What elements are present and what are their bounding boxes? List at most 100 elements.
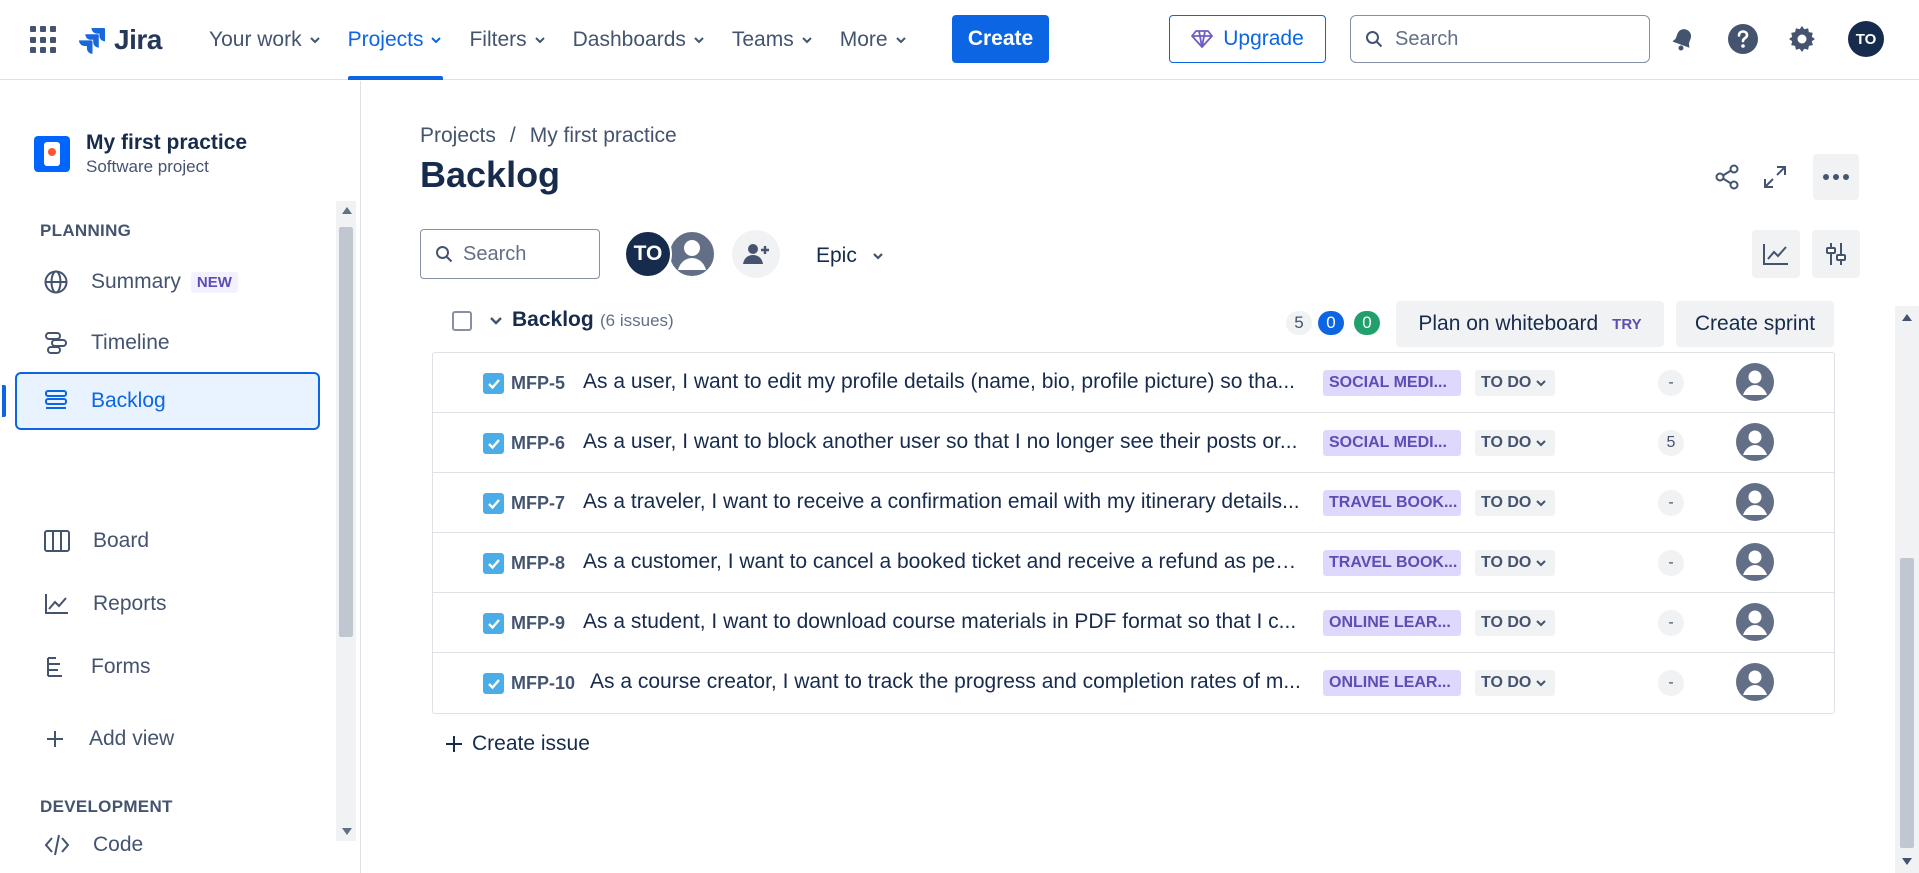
main-scroll-thumb[interactable] (1900, 558, 1914, 848)
issue-key[interactable]: MFP-7 (511, 493, 565, 514)
epic-lozenge[interactable]: SOCIAL MEDI... (1323, 430, 1461, 456)
epic-lozenge[interactable]: ONLINE LEAR... (1323, 670, 1461, 696)
story-points[interactable]: - (1658, 550, 1684, 576)
gear-icon (1789, 26, 1815, 52)
help-button[interactable] (1724, 20, 1762, 58)
issue-count: (6 issues) (600, 311, 674, 330)
settings-button[interactable] (1783, 20, 1821, 58)
breadcrumb-projects[interactable]: Projects (420, 124, 496, 148)
nav-teams[interactable]: Teams (719, 0, 827, 80)
table-row[interactable]: MFP-9 As a student, I want to download c… (433, 593, 1834, 653)
issue-key[interactable]: MFP-5 (511, 373, 565, 394)
select-all-checkbox[interactable] (452, 311, 472, 331)
story-points[interactable]: - (1658, 670, 1684, 696)
nav-filters[interactable]: Filters (456, 0, 559, 80)
sidebar-item-forms[interactable]: Forms (15, 638, 320, 696)
more-actions-button[interactable] (1813, 154, 1859, 200)
create-button[interactable]: Create (952, 15, 1049, 63)
unassigned-avatar-icon[interactable] (1735, 422, 1775, 462)
status-dropdown[interactable]: TO DO (1475, 670, 1555, 696)
issue-summary[interactable]: As a customer, I want to cancel a booked… (583, 550, 1301, 574)
story-points[interactable]: - (1658, 370, 1684, 396)
create-issue-button[interactable]: Create issue (444, 732, 590, 756)
assignee-avatar-to[interactable]: TO (624, 230, 672, 278)
notifications-button[interactable] (1664, 20, 1702, 58)
forms-icon (47, 657, 62, 677)
sidebar-item-timeline[interactable]: Timeline (15, 314, 320, 372)
unassigned-avatar-icon[interactable] (1735, 482, 1775, 522)
nav-your-work[interactable]: Your work (196, 0, 335, 80)
jira-logo[interactable]: Jira (76, 20, 162, 60)
issue-key[interactable]: MFP-10 (511, 673, 575, 694)
backlog-search[interactable] (420, 229, 600, 279)
create-sprint-button[interactable]: Create sprint (1676, 301, 1834, 347)
epic-lozenge[interactable]: ONLINE LEAR... (1323, 610, 1461, 636)
table-row[interactable]: MFP-10 As a course creator, I want to tr… (433, 653, 1834, 713)
scroll-up-arrow[interactable] (342, 207, 352, 214)
sidebar-item-reports[interactable]: Reports (15, 575, 320, 633)
issue-summary[interactable]: As a student, I want to download course … (583, 610, 1301, 634)
sidebar-item-summary[interactable]: Summary NEW (15, 253, 320, 311)
nav-more[interactable]: More (827, 0, 921, 80)
insights-button[interactable] (1752, 230, 1800, 278)
upgrade-button[interactable]: Upgrade (1169, 15, 1326, 63)
plan-on-whiteboard-button[interactable]: Plan on whiteboard TRY (1396, 301, 1664, 347)
story-points[interactable]: 5 (1658, 430, 1684, 456)
main-scrollbar[interactable] (1895, 306, 1919, 873)
issue-key[interactable]: MFP-9 (511, 613, 565, 634)
nav-dashboards[interactable]: Dashboards (560, 0, 719, 80)
share-button[interactable] (1704, 154, 1750, 200)
issue-key[interactable]: MFP-6 (511, 433, 565, 454)
project-header[interactable]: My first practice Software project (34, 131, 247, 177)
sidebar-item-board[interactable]: Board (15, 512, 320, 570)
status-dropdown[interactable]: TO DO (1475, 550, 1555, 576)
view-settings-button[interactable] (1812, 230, 1860, 278)
plan-on-whiteboard-label: Plan on whiteboard (1418, 312, 1599, 335)
status-dropdown[interactable]: TO DO (1475, 490, 1555, 516)
backlog-search-input[interactable] (463, 242, 593, 266)
unassigned-avatar-icon[interactable] (1735, 662, 1775, 702)
app-switcher-icon[interactable] (30, 26, 58, 54)
issue-summary[interactable]: As a traveler, I want to receive a confi… (583, 490, 1301, 514)
assignee-avatar-unassigned[interactable] (668, 230, 716, 278)
scroll-up-arrow[interactable] (1902, 314, 1912, 321)
unassigned-avatar-icon[interactable] (1735, 362, 1775, 402)
issue-summary[interactable]: As a user, I want to edit my profile det… (583, 370, 1301, 394)
status-dropdown[interactable]: TO DO (1475, 610, 1555, 636)
unassigned-avatar-icon[interactable] (1735, 542, 1775, 582)
global-search[interactable] (1350, 15, 1650, 63)
global-search-input[interactable] (1395, 27, 1615, 51)
epic-lozenge[interactable]: TRAVEL BOOK... (1323, 550, 1461, 576)
sidebar-item-code[interactable]: Code (15, 821, 320, 869)
scroll-down-arrow[interactable] (342, 828, 352, 835)
epic-lozenge[interactable]: TRAVEL BOOK... (1323, 490, 1461, 516)
sidebar-scrollbar[interactable] (336, 201, 356, 841)
add-people-button[interactable] (732, 230, 780, 278)
table-row[interactable]: MFP-6 As a user, I want to block another… (433, 413, 1834, 473)
breadcrumb: Projects / My first practice (420, 124, 677, 148)
sidebar-item-add-view[interactable]: Add view (15, 710, 320, 768)
chevron-down-icon[interactable] (486, 311, 506, 331)
sidebar-item-backlog[interactable]: Backlog (2, 372, 320, 430)
story-points[interactable]: - (1658, 490, 1684, 516)
status-dropdown[interactable]: TO DO (1475, 430, 1555, 456)
issue-key[interactable]: MFP-8 (511, 553, 565, 574)
scroll-down-arrow[interactable] (1902, 858, 1912, 865)
timeline-icon (45, 332, 67, 354)
table-row[interactable]: MFP-7 As a traveler, I want to receive a… (433, 473, 1834, 533)
breadcrumb-project[interactable]: My first practice (530, 124, 677, 148)
epic-filter-dropdown[interactable]: Epic (806, 236, 895, 276)
table-row[interactable]: MFP-8 As a customer, I want to cancel a … (433, 533, 1834, 593)
unassigned-avatar-icon[interactable] (1735, 602, 1775, 642)
profile-avatar[interactable]: TO (1848, 21, 1884, 57)
issue-summary[interactable]: As a course creator, I want to track the… (590, 670, 1301, 694)
fullscreen-button[interactable] (1752, 154, 1798, 200)
user-icon (678, 240, 706, 270)
table-row[interactable]: MFP-5 As a user, I want to edit my profi… (433, 353, 1834, 413)
sidebar-scroll-thumb[interactable] (339, 227, 353, 637)
issue-summary[interactable]: As a user, I want to block another user … (583, 430, 1301, 454)
nav-projects[interactable]: Projects (335, 0, 457, 80)
status-dropdown[interactable]: TO DO (1475, 370, 1555, 396)
story-points[interactable]: - (1658, 610, 1684, 636)
epic-lozenge[interactable]: SOCIAL MEDI... (1323, 370, 1461, 396)
